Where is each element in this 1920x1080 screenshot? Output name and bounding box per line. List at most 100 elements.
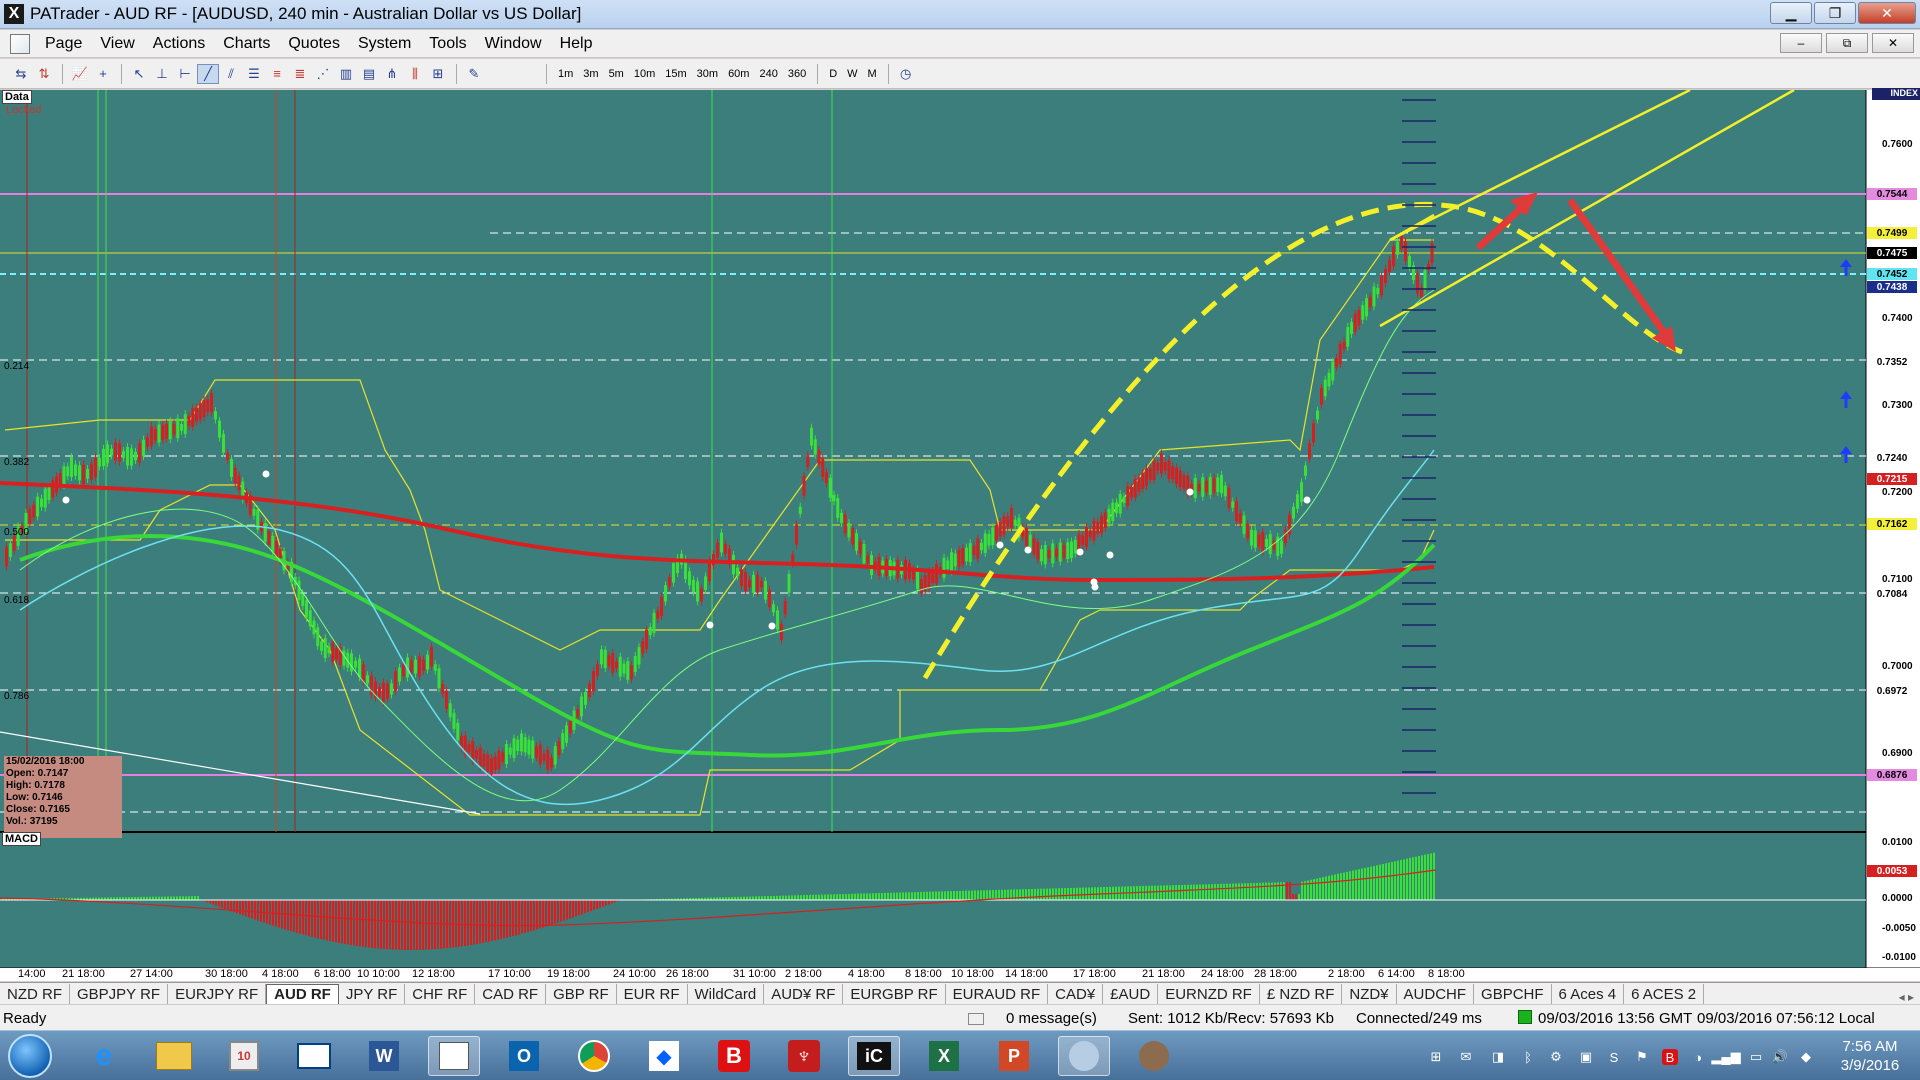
- dropbox-icon[interactable]: ◆: [638, 1036, 690, 1076]
- fib-levels-tool-icon[interactable]: ≣: [289, 64, 311, 84]
- mail-tray-icon[interactable]: ✉: [1458, 1049, 1474, 1065]
- symbol-tab[interactable]: 6 Aces 4: [1552, 984, 1625, 1004]
- outlook-icon[interactable]: O: [498, 1036, 550, 1076]
- flag-tray-icon[interactable]: ⚑: [1634, 1049, 1650, 1065]
- blank-window-icon[interactable]: [288, 1036, 340, 1076]
- signal-tray-icon[interactable]: ▂▄▆: [1711, 1049, 1740, 1065]
- crosshair-icon[interactable]: +: [92, 64, 114, 84]
- shield-app-icon[interactable]: ♆: [778, 1036, 830, 1076]
- symbol-tab[interactable]: JPY RF: [339, 984, 406, 1004]
- chrome-icon[interactable]: [568, 1036, 620, 1076]
- timeframe-d[interactable]: D: [824, 68, 842, 80]
- mdi-restore-button[interactable]: ⧉: [1826, 33, 1868, 53]
- grid-tool-icon[interactable]: ▥: [335, 64, 357, 84]
- timeframe-3m[interactable]: 3m: [578, 68, 603, 80]
- dropbox-tray-icon[interactable]: ◆: [1798, 1049, 1814, 1065]
- timeframe-5m[interactable]: 5m: [604, 68, 629, 80]
- start-button[interactable]: [8, 1034, 52, 1078]
- bluetooth-icon[interactable]: ᛒ: [1520, 1049, 1536, 1065]
- chart-canvas[interactable]: [0, 90, 1920, 981]
- menu-help[interactable]: Help: [551, 35, 602, 53]
- battery-icon[interactable]: ▭: [1748, 1049, 1764, 1065]
- menu-charts[interactable]: Charts: [214, 35, 279, 53]
- snipping-tool-icon[interactable]: [1058, 1036, 1110, 1076]
- macd-panel-label[interactable]: MACD: [2, 832, 41, 846]
- symbol-tab[interactable]: AUDCHF: [1397, 984, 1475, 1004]
- volume-icon[interactable]: 🔊: [1772, 1049, 1788, 1065]
- maximize-button[interactable]: ❐: [1814, 2, 1856, 24]
- excel-icon[interactable]: X: [918, 1036, 970, 1076]
- fibonacci-tool-icon[interactable]: ☰: [243, 64, 265, 84]
- timeframe-1m[interactable]: 1m: [553, 68, 578, 80]
- outlook-tray-icon[interactable]: ◨: [1490, 1049, 1506, 1065]
- symbol-tab[interactable]: NZD RF: [0, 984, 70, 1004]
- symbol-tab[interactable]: WildCard: [688, 984, 765, 1004]
- menu-actions[interactable]: Actions: [144, 35, 214, 53]
- draw-settings-icon[interactable]: ✎: [463, 64, 485, 84]
- timeframe-15m[interactable]: 15m: [660, 68, 691, 80]
- channel-tool-icon[interactable]: ⫽: [220, 64, 242, 84]
- windows-logo-icon[interactable]: ⊞: [1428, 1049, 1444, 1065]
- hline-tool-icon[interactable]: ⊥: [151, 64, 173, 84]
- symbol-tab[interactable]: CHF RF: [405, 984, 476, 1004]
- timeframe-m[interactable]: M: [863, 68, 882, 80]
- cycle-tool-icon[interactable]: ⫼: [404, 64, 426, 84]
- menu-page[interactable]: Page: [36, 35, 91, 53]
- symbol-tab[interactable]: NZD¥: [1342, 984, 1397, 1004]
- symbol-tab[interactable]: CAD¥: [1048, 984, 1104, 1004]
- timeframe-10m[interactable]: 10m: [629, 68, 660, 80]
- symbol-tab[interactable]: EURJPY RF: [168, 984, 267, 1004]
- symbol-tab[interactable]: GBPJPY RF: [70, 984, 169, 1004]
- powerpoint-icon[interactable]: P: [988, 1036, 1040, 1076]
- indicator-icon[interactable]: 📈: [69, 64, 91, 84]
- rectangle-tool-icon[interactable]: ▤: [358, 64, 380, 84]
- symbol-tab[interactable]: GBPCHF: [1474, 984, 1552, 1004]
- menu-quotes[interactable]: Quotes: [279, 35, 349, 53]
- sync-tray-icon[interactable]: ◑: [1690, 1049, 1706, 1065]
- trendline-tool-icon[interactable]: ╱: [197, 63, 219, 84]
- mdi-minimize-button[interactable]: –: [1780, 33, 1822, 53]
- patrader-taskbar-icon[interactable]: [428, 1036, 480, 1076]
- ic-markets-icon[interactable]: iC: [848, 1036, 900, 1076]
- network-tray-icon[interactable]: ⚙: [1548, 1049, 1564, 1065]
- s-tray-icon[interactable]: S: [1606, 1049, 1622, 1065]
- tab-scroll-arrows-icon[interactable]: ◂ ▸: [1893, 990, 1920, 1004]
- menu-window[interactable]: Window: [476, 35, 551, 53]
- symbol-tab[interactable]: £AUD: [1103, 984, 1159, 1004]
- symbol-tab[interactable]: GBP RF: [546, 984, 617, 1004]
- clock-icon[interactable]: ◷: [895, 64, 917, 84]
- close-button[interactable]: ✕: [1858, 2, 1916, 24]
- word-icon[interactable]: W: [358, 1036, 410, 1076]
- unlink-icon[interactable]: ⇅: [33, 64, 55, 84]
- mdi-close-button[interactable]: ✕: [1872, 33, 1914, 53]
- calendar-app-icon[interactable]: 10: [218, 1036, 270, 1076]
- document-chart-icon[interactable]: [10, 33, 30, 54]
- file-explorer-icon[interactable]: [148, 1036, 200, 1076]
- envelope-icon[interactable]: [968, 1013, 984, 1025]
- bitdefender-icon[interactable]: B: [708, 1036, 760, 1076]
- timeframe-360[interactable]: 360: [783, 68, 811, 80]
- gann-fan-tool-icon[interactable]: ⋰: [312, 64, 334, 84]
- menu-view[interactable]: View: [91, 35, 143, 53]
- symbol-tab[interactable]: EUR RF: [617, 984, 688, 1004]
- data-window-label[interactable]: Data: [2, 90, 32, 104]
- symbol-tab[interactable]: AUD RF: [266, 984, 339, 1004]
- symbol-tab[interactable]: EURGBP RF: [843, 984, 946, 1004]
- user-accounts-icon[interactable]: [1128, 1036, 1180, 1076]
- time-zones-tool-icon[interactable]: ⊞: [427, 64, 449, 84]
- menu-tools[interactable]: Tools: [420, 35, 475, 53]
- link-icon[interactable]: ⇆: [10, 64, 32, 84]
- timeframe-240[interactable]: 240: [754, 68, 782, 80]
- menu-system[interactable]: System: [349, 35, 420, 53]
- timeframe-30m[interactable]: 30m: [692, 68, 723, 80]
- internet-explorer-icon[interactable]: e: [78, 1036, 130, 1076]
- andrews-pitchfork-tool-icon[interactable]: ⋔: [381, 64, 403, 84]
- price-chart[interactable]: Data Locked INDEX 0.214 0.382 0.500 0.61…: [0, 88, 1920, 981]
- symbol-tab[interactable]: £ NZD RF: [1260, 984, 1343, 1004]
- pointer-icon[interactable]: ↖: [128, 64, 150, 84]
- timeframe-w[interactable]: W: [842, 68, 862, 80]
- fib-extension-tool-icon[interactable]: ≡: [266, 64, 288, 84]
- minimize-button[interactable]: ▁: [1770, 2, 1812, 24]
- timeframe-60m[interactable]: 60m: [723, 68, 754, 80]
- vline-tool-icon[interactable]: ⊢: [174, 64, 196, 84]
